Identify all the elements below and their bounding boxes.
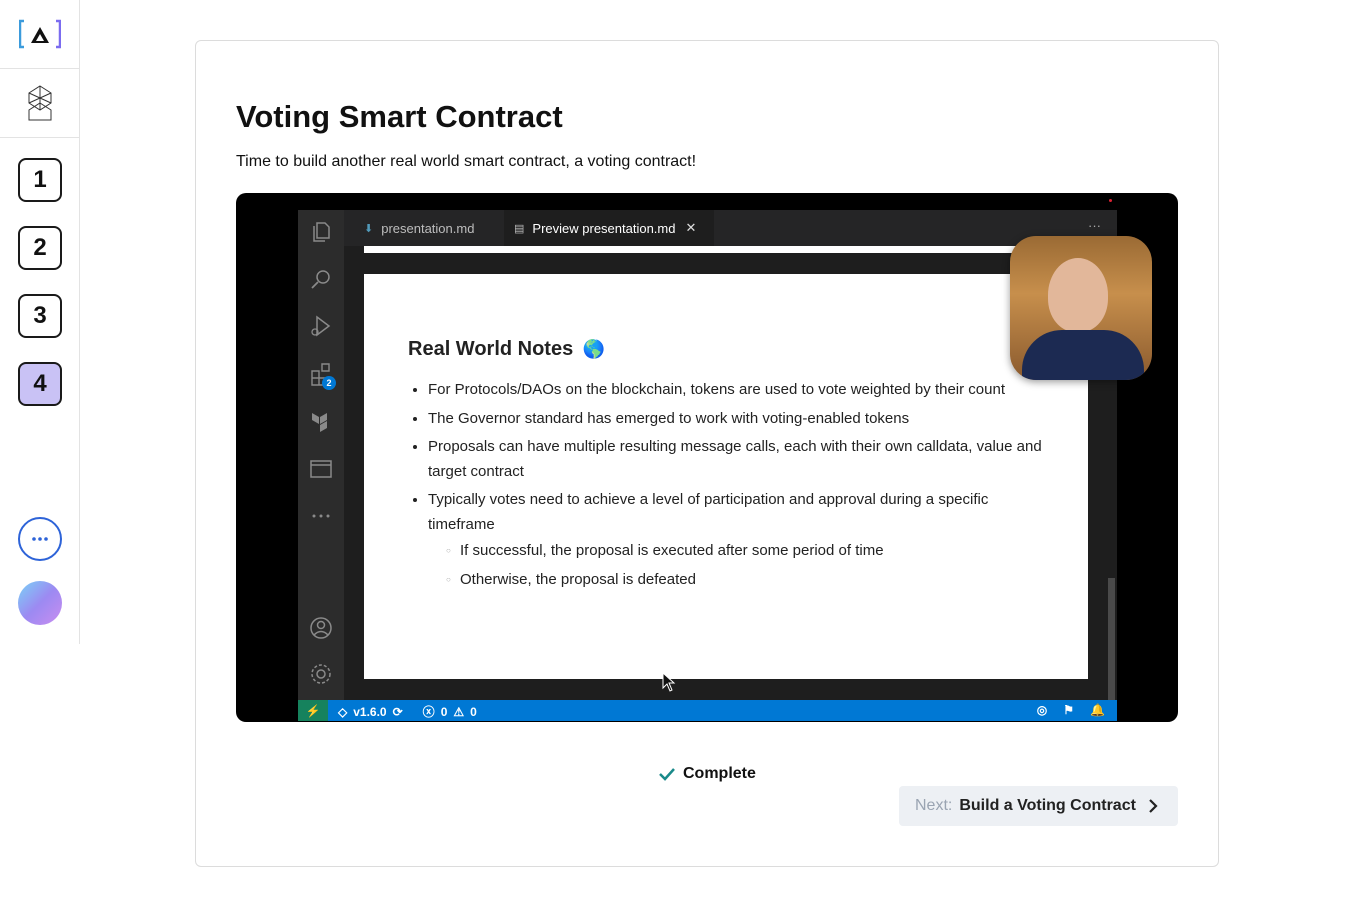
sub-bullets: If successful, the proposal is executed … (446, 539, 1048, 593)
chevron-right-icon (1149, 799, 1158, 813)
video-player[interactable]: 2 ⬇ presentation.md ▤ Preview presentati… (236, 193, 1178, 722)
recording-dot (1109, 199, 1112, 202)
account-icon (310, 617, 332, 639)
step-2-button[interactable]: 2 (18, 226, 62, 270)
complete-status[interactable]: Complete (659, 765, 756, 783)
bullet-item: Typically votes need to achieve a level … (428, 488, 1048, 592)
feedback-icon: ⚑ (1063, 703, 1075, 717)
lesson-card: Voting Smart Contract Time to build anot… (195, 40, 1219, 867)
markdown-preview: Real World Notes 🌎 For Protocols/DAOs on… (364, 274, 1088, 679)
mouse-cursor-icon (662, 672, 676, 692)
notifications-bell-icon: 🔔 (1090, 703, 1105, 717)
step-3-button[interactable]: 3 (18, 294, 62, 338)
checkmark-icon (659, 768, 675, 781)
next-label: Build a Voting Contract (959, 797, 1136, 814)
presenter-shirt (1022, 330, 1144, 380)
extensions-badge: 2 (322, 376, 336, 390)
ellipsis-icon (32, 537, 48, 541)
hexagon-modules-icon (28, 85, 51, 121)
preview-icon: ▤ (514, 222, 525, 235)
slide-bullets: For Protocols/DAOs on the blockchain, to… (428, 378, 1048, 596)
editor-strip (364, 246, 1088, 253)
slide-title: Real World Notes 🌎 (408, 338, 606, 360)
markdown-down-arrow-icon: ⬇ (364, 222, 374, 235)
presenter-webcam (1010, 236, 1152, 380)
editor-scrollbar (1108, 578, 1115, 700)
tab-preview-presentation-md: ▤ Preview presentation.md ✕ (504, 210, 714, 246)
remote-icon: ⚡ (305, 703, 321, 718)
sub-bullet-item: Otherwise, the proposal is defeated (446, 568, 1048, 593)
status-right: ◎ ⚑ 🔔 (1037, 703, 1105, 717)
step-4-button[interactable]: 4 (18, 362, 62, 406)
run-debug-icon (311, 315, 331, 337)
error-icon: ⓧ (422, 705, 435, 719)
presenter-face (1048, 258, 1108, 332)
tag-icon: ◇ (338, 704, 348, 719)
next-lesson-button[interactable]: Next: Build a Voting Contract (899, 786, 1178, 826)
logo[interactable] (0, 0, 79, 69)
close-tab-icon: ✕ (685, 220, 697, 235)
page-title: Voting Smart Contract (236, 99, 563, 134)
settings-gear-icon (311, 664, 331, 684)
globe-emoji: 🌎 (582, 339, 606, 359)
step-1-button[interactable]: 1 (18, 158, 62, 202)
editor-more-icon: ··· (1088, 218, 1101, 233)
bullet-item: For Protocols/DAOs on the blockchain, to… (428, 378, 1048, 403)
avatar[interactable] (18, 581, 62, 625)
copilot-icon: ◎ (1036, 703, 1048, 717)
more-button[interactable] (18, 517, 62, 561)
alchemy-logo-icon (18, 19, 61, 49)
sub-bullet-item: If successful, the proposal is executed … (446, 539, 1048, 564)
video-frame-vscode: 2 ⬇ presentation.md ▤ Preview presentati… (298, 210, 1152, 721)
status-left: ◇ v1.6.0 ⟳ ⓧ 0 ⚠ 0 (338, 704, 477, 720)
search-icon (311, 270, 330, 289)
page-subtitle: Time to build another real world smart c… (236, 153, 697, 170)
tab-presentation-md: ⬇ presentation.md (364, 220, 475, 236)
activity-bar: 2 (298, 210, 344, 700)
files-icon (313, 222, 330, 242)
bullet-item: The Governor standard has emerged to wor… (428, 407, 1048, 432)
editor-tabbar: ⬇ presentation.md ▤ Preview presentation… (344, 210, 1117, 246)
warning-icon: ⚠ (453, 704, 465, 719)
status-bar: ⚡ ◇ v1.6.0 ⟳ ⓧ 0 ⚠ 0 ◎ ⚑ 🔔 (298, 700, 1117, 721)
modules-nav[interactable] (0, 69, 79, 138)
bullet-item: Proposals can have multiple resulting me… (428, 435, 1048, 484)
terraform-icon (312, 413, 327, 432)
next-prefix: Next: (915, 797, 953, 814)
sidebar: 1 2 3 4 (0, 0, 80, 644)
more-icon (312, 514, 330, 518)
sync-icon: ⟳ (392, 704, 403, 719)
browser-icon (310, 460, 332, 478)
remote-indicator: ⚡ (298, 700, 328, 721)
